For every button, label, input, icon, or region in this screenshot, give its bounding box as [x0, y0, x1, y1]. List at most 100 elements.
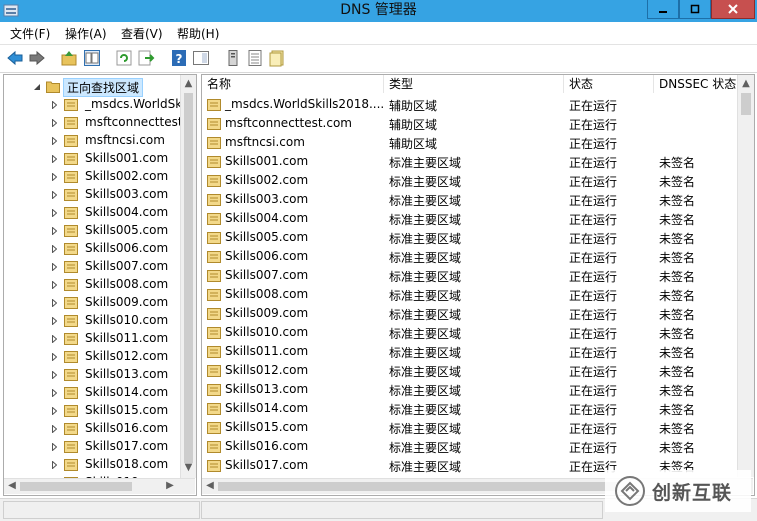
- refresh-icon[interactable]: [115, 49, 133, 67]
- scroll-up-icon[interactable]: ▲: [738, 77, 754, 91]
- collapsed-arrow-icon[interactable]: [52, 389, 57, 397]
- collapsed-arrow-icon[interactable]: [52, 371, 57, 379]
- tree-item-zone[interactable]: Skills009.com: [4, 294, 180, 312]
- tree-item-zone[interactable]: msftncsi.com: [4, 132, 180, 150]
- tree-item-zone[interactable]: Skills008.com: [4, 276, 180, 294]
- table-row[interactable]: Skills016.com 标准主要区域 正在运行 未签名: [202, 437, 737, 456]
- table-row[interactable]: Skills001.com 标准主要区域 正在运行 未签名: [202, 152, 737, 171]
- table-row[interactable]: Skills009.com 标准主要区域 正在运行 未签名: [202, 304, 737, 323]
- tree-item-zone[interactable]: Skills015.com: [4, 402, 180, 420]
- table-row[interactable]: Skills006.com 标准主要区域 正在运行 未签名: [202, 247, 737, 266]
- list-hscroll-thumb[interactable]: [218, 482, 618, 491]
- collapsed-arrow-icon[interactable]: [52, 245, 57, 253]
- tree-item-zone[interactable]: Skills013.com: [4, 366, 180, 384]
- table-row[interactable]: msftncsi.com 辅助区域 正在运行: [202, 133, 737, 152]
- notes-icon[interactable]: [268, 49, 286, 67]
- table-row[interactable]: Skills015.com 标准主要区域 正在运行 未签名: [202, 418, 737, 437]
- column-header-dnssec[interactable]: DNSSEC 状态: [654, 75, 738, 93]
- collapsed-arrow-icon[interactable]: [52, 173, 57, 181]
- maximize-button[interactable]: [679, 0, 711, 19]
- forward-icon[interactable]: [28, 49, 46, 67]
- table-row[interactable]: Skills014.com 标准主要区域 正在运行 未签名: [202, 399, 737, 418]
- column-header-status[interactable]: 状态: [564, 75, 654, 93]
- tree-scroll-thumb[interactable]: [184, 93, 193, 463]
- tree-item-zone[interactable]: Skills011.com: [4, 330, 180, 348]
- collapsed-arrow-icon[interactable]: [52, 155, 57, 163]
- up-folder-icon[interactable]: [60, 49, 78, 67]
- expanded-arrow-icon[interactable]: [34, 84, 40, 90]
- menu-view[interactable]: 查看(V): [121, 25, 163, 42]
- table-row[interactable]: Skills011.com 标准主要区域 正在运行 未签名: [202, 342, 737, 361]
- tree-item-forward-lookup-zones[interactable]: 正向查找区域: [4, 78, 196, 97]
- tree-item-zone[interactable]: Skills002.com: [4, 168, 180, 186]
- scroll-left-icon[interactable]: ◀: [204, 479, 216, 493]
- scroll-left-icon[interactable]: ◀: [6, 479, 18, 493]
- server-icon[interactable]: [224, 49, 242, 67]
- tree-item-zone[interactable]: Skills017.com: [4, 438, 180, 456]
- table-row[interactable]: msftconnecttest.com 辅助区域 正在运行: [202, 114, 737, 133]
- table-row[interactable]: Skills010.com 标准主要区域 正在运行 未签名: [202, 323, 737, 342]
- minimize-button[interactable]: [647, 0, 679, 19]
- column-header-type[interactable]: 类型: [384, 75, 564, 93]
- tree-item-zone[interactable]: Skills005.com: [4, 222, 180, 240]
- tree-vertical-scrollbar[interactable]: ▲ ▼: [180, 75, 196, 478]
- table-row[interactable]: Skills013.com 标准主要区域 正在运行 未签名: [202, 380, 737, 399]
- collapsed-arrow-icon[interactable]: [52, 119, 57, 127]
- tree-item-zone[interactable]: msftconnecttest.com: [4, 114, 196, 132]
- collapsed-arrow-icon[interactable]: [52, 461, 57, 469]
- collapsed-arrow-icon[interactable]: [52, 101, 57, 109]
- export-list-icon[interactable]: [137, 49, 155, 67]
- collapsed-arrow-icon[interactable]: [52, 317, 57, 325]
- scroll-right-icon[interactable]: ▶: [164, 479, 176, 493]
- collapsed-arrow-icon[interactable]: [52, 425, 57, 433]
- tree-item-zone[interactable]: Skills014.com: [4, 384, 180, 402]
- list-scroll-thumb[interactable]: [741, 93, 751, 115]
- tree-pane[interactable]: 正向查找区域 _msdcs.WorldSkills2018.commsftcon…: [3, 74, 197, 496]
- collapsed-arrow-icon[interactable]: [52, 335, 57, 343]
- column-header-name[interactable]: 名称: [202, 75, 384, 93]
- collapsed-arrow-icon[interactable]: [52, 191, 57, 199]
- tree-item-zone[interactable]: _msdcs.WorldSkills2018.com: [4, 96, 196, 114]
- action-pane-icon[interactable]: [192, 49, 210, 67]
- tree-horizontal-scrollbar[interactable]: ◀ ▶: [4, 478, 195, 494]
- tree-item-zone[interactable]: Skills016.com: [4, 420, 180, 438]
- zone-list-pane[interactable]: 名称 类型 状态 DNSSEC 状态 _msdcs.WorldSkills201…: [201, 74, 755, 496]
- menu-action[interactable]: 操作(A): [65, 25, 107, 42]
- title-bar[interactable]: DNS 管理器: [0, 0, 757, 22]
- tree-item-zone[interactable]: Skills010.com: [4, 312, 180, 330]
- tree-item-zone[interactable]: Skills018.com: [4, 456, 180, 474]
- table-row[interactable]: Skills012.com 标准主要区域 正在运行 未签名: [202, 361, 737, 380]
- tree-hscroll-thumb[interactable]: [20, 482, 132, 491]
- menu-help[interactable]: 帮助(H): [177, 25, 219, 42]
- table-row[interactable]: Skills008.com 标准主要区域 正在运行 未签名: [202, 285, 737, 304]
- back-icon[interactable]: [6, 49, 24, 67]
- table-row[interactable]: Skills003.com 标准主要区域 正在运行 未签名: [202, 190, 737, 209]
- menu-file[interactable]: 文件(F): [10, 25, 50, 42]
- table-row[interactable]: Skills002.com 标准主要区域 正在运行 未签名: [202, 171, 737, 190]
- collapsed-arrow-icon[interactable]: [52, 443, 57, 451]
- collapsed-arrow-icon[interactable]: [52, 209, 57, 217]
- tree-item-zone[interactable]: Skills007.com: [4, 258, 180, 276]
- table-row[interactable]: _msdcs.WorldSkills2018.... 辅助区域 正在运行: [202, 95, 737, 114]
- tree-item-zone[interactable]: Skills001.com: [4, 150, 180, 168]
- collapsed-arrow-icon[interactable]: [52, 281, 57, 289]
- table-row[interactable]: Skills007.com 标准主要区域 正在运行 未签名: [202, 266, 737, 285]
- collapsed-arrow-icon[interactable]: [52, 299, 57, 307]
- collapsed-arrow-icon[interactable]: [52, 407, 57, 415]
- tree-item-zone[interactable]: Skills003.com: [4, 186, 180, 204]
- tree-item-zone[interactable]: Skills004.com: [4, 204, 180, 222]
- scroll-down-icon[interactable]: ▼: [181, 461, 196, 475]
- table-row[interactable]: Skills004.com 标准主要区域 正在运行 未签名: [202, 209, 737, 228]
- collapsed-arrow-icon[interactable]: [52, 353, 57, 361]
- tree-item-zone[interactable]: Skills006.com: [4, 240, 180, 258]
- collapsed-arrow-icon[interactable]: [52, 263, 57, 271]
- close-button[interactable]: [711, 0, 755, 19]
- show-hide-tree-icon[interactable]: [83, 49, 101, 67]
- collapsed-arrow-icon[interactable]: [52, 227, 57, 235]
- scroll-up-icon[interactable]: ▲: [181, 77, 196, 91]
- records-icon[interactable]: [246, 49, 264, 67]
- tree-item-zone[interactable]: Skills012.com: [4, 348, 180, 366]
- collapsed-arrow-icon[interactable]: [52, 137, 57, 145]
- help-icon[interactable]: ?: [170, 49, 188, 67]
- list-vertical-scrollbar[interactable]: ▲: [737, 75, 754, 477]
